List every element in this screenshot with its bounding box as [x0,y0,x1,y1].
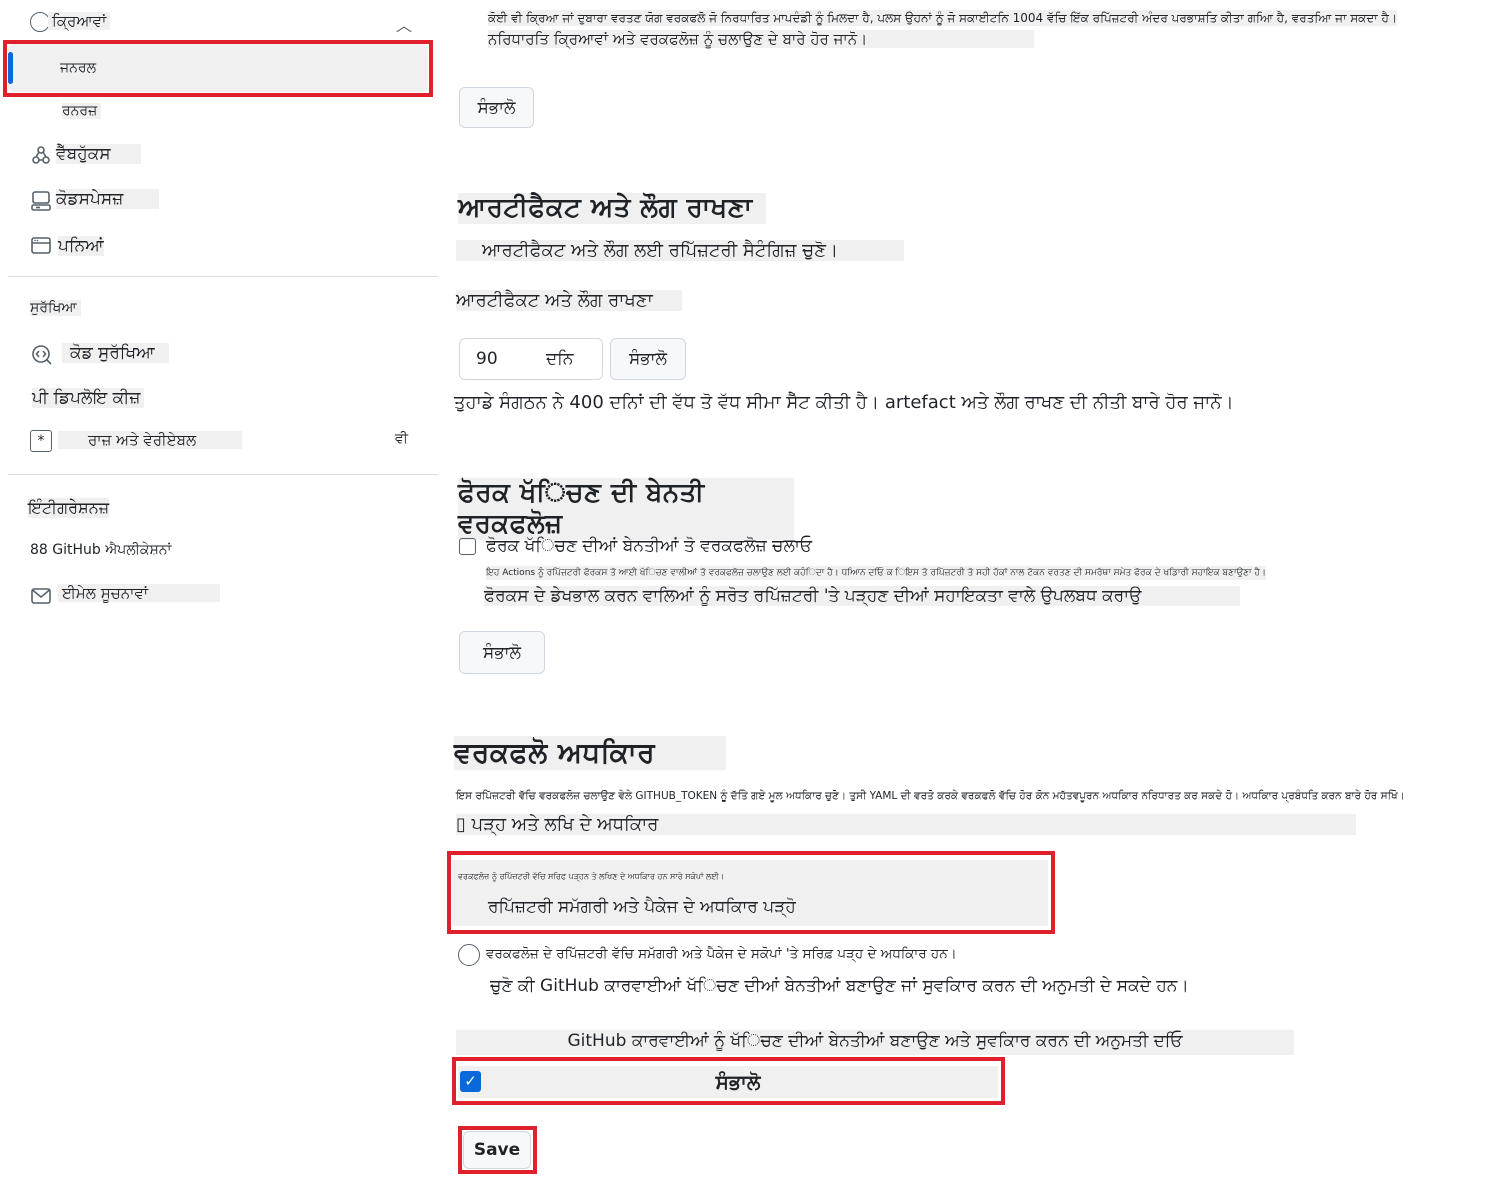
codespaces-icon [31,191,51,211]
highlight-box-read [447,851,1055,934]
highlight-box-save [458,1126,537,1174]
asterisk-icon: * [30,430,52,452]
code-scan-icon [32,345,52,365]
permissions-title: ਵਰਕਫਲੋ ਅਧਕਿਾਰ [454,736,726,770]
choose-text: ਚੁਣੋ ਕੀ GitHub ਕਾਰਵਾਈਆਂ ਖੱਿਚਣ ਦੀਆਂ ਬੇਨਤੀ… [490,976,1189,996]
retention-input[interactable]: 90 ਦਨਿ [459,338,603,380]
sidebar-item-pages[interactable]: ਪਨਿਆਂ [58,236,104,256]
sidebar-item-codespaces[interactable]: ਕੋਡਸਪੇਸਜ਼ [56,189,160,209]
intro-line-1: ਕੋਈ ਵੀ ਕ੍ਰਿਆ ਜਾਂ ਦੁਬਾਰਾ ਵਰਤਣ ਯੋਗ ਵਰਕਫਲੋ … [488,10,1398,26]
retention-input-unit: ਦਨਿ [546,349,574,369]
artifact-label: ਆਰਟੀਫੈਕਟ ਅਤੇ ਲੌਗ ਰਾਖਣਾ [456,290,682,311]
webhook-icon [32,146,50,164]
save-button-retention-label: ਸੰਭਾਲੋ [628,349,668,369]
sidebar-item-secrets-suffix: ਵੀ [395,431,408,447]
sidebar-item-runners[interactable]: ਰਨਰਜ਼ [62,103,102,119]
retention-note: ਤੁਹਾਡੇ ਸੰਗਠਨ ਨੇ 400 ਦਨਿਾਂ ਦੀ ਵੱਧ ਤੋ ਵੱਧ … [454,392,1234,413]
sidebar-divider-1 [8,276,438,277]
mail-icon [31,588,51,604]
chevron-up-icon[interactable]: ︿ [396,12,412,36]
read-radio[interactable] [458,944,480,966]
artifact-subtitle: ਆਰਟੀਫੈਕਟ ਅਤੇ ਲੌਗ ਲਈ ਰਪਿੱਜ਼ਟਰੀ ਸੈਟੰਗਿਜ਼ ਚ… [456,240,904,261]
allow-label: GitHub ਕਾਰਵਾਈਆਂ ਨੂੰ ਖੱਿਚਣ ਦੀਆਂ ਬੇਨਤੀਆਂ ਬ… [567,1031,1183,1051]
sidebar-item-deploy-keys[interactable]: ਪੀ ਡਿਪਲੋਇ ਕੀਜ਼ [32,388,145,408]
read-desc: ਵਰਕਫਲੋਜ਼ ਦੇ ਰਪਿੱਜ਼ਟਰੀ ਵੱਚਿ ਸਮੱਗਰੀ ਅਤੇ ਪੈ… [486,946,957,962]
play-circle-icon [30,12,50,32]
sidebar-item-code-security[interactable]: ਕੋਡ ਸੁਰੱਖਿਆ [62,343,169,363]
sidebar-item-github-apps[interactable]: 88 GitHub ਐਪਲੀਕੇਸ਼ਨਾਂ [30,542,172,558]
fork-title: ਫੋਰਕ ਖੱਿਚਣ ਦੀ ਬੇਨਤੀ ਵਰਕਫਲੋਜ਼ [458,478,794,540]
read-write-option[interactable]: ▯ ਪੜ੍ਹ ਅਤੇ ਲਖਿ ਦੇ ਅਧਕਿਾਰ [456,814,1356,835]
retention-input-value: 90 [476,349,498,369]
integrations-header: ਇੰਟੀਗਰੇਸ਼ਨਜ਼ [28,498,110,518]
fork-checkbox-label: ਫੋਰਕ ਖੱਿਚਣ ਦੀਆਂ ਬੇਨਤੀਆਂ ਤੋ ਵਰਕਫਲੋਜ਼ ਚਲਾਓ [486,536,813,556]
sidebar-item-secrets[interactable]: ਰਾਜ਼ ਅਤੇ ਵੇਰੀਏਬਲ [58,431,242,449]
security-header: ਸੁਰੱਖਿਆ [30,300,81,316]
fork-checkbox[interactable] [459,538,476,555]
permissions-desc: ਇਸ ਰਪਿੱਜ਼ਟਰੀ ਵੱਚਿ ਵਰਕਫਲੋਜ਼ ਚਲਾਉਣ ਵੇਲੇ GI… [456,790,1405,802]
actions-header[interactable]: ਕ੍ਰਿਆਵਾਂ [48,12,111,30]
sidebar-divider-2 [8,474,438,475]
highlight-box-general [3,40,433,97]
highlight-box-allow [452,1057,1005,1105]
fork-option[interactable]: ਫੋਰਕਸ ਦੇ ਡੇਖਭਾਲ ਕਰਨ ਵਾਲਿਆਂ ਨੂੰ ਸਰੋਤ ਰਪਿੱ… [484,586,1240,606]
artifact-title: ਆਰਟੀਫੈਕਟ ਅਤੇ ਲੌਗ ਰਾਖਣਾ [458,193,766,224]
fork-small-note: ਇਹ Actions ਨੂੰ ਰਪਿੱਜ਼ਟਰੀ ਫੋਰਕਸ ਤੋ ਆਈ ਖੱਿ… [486,566,1266,580]
save-button-fork[interactable]: ਸੰਭਾਲੋ [459,631,545,674]
save-button-policy-label: ਸੰਭਾਲੋ [477,97,516,118]
intro-line-2[interactable]: ਨਰਿਧਾਰਤਿ ਕ੍ਰਿਆਵਾਂ ਅਤੇ ਵਰਕਫਲੋਜ਼ ਨੂੰ ਚਲਾਉਣ… [488,30,1034,48]
sidebar-item-webhooks[interactable]: ਵੈੱਬਹੁੱਕਸ [56,144,141,164]
browser-icon [31,237,51,254]
save-button-policy[interactable]: ਸੰਭਾਲੋ [459,87,534,128]
sidebar-item-email[interactable]: ਈਮੇਲ ਸੂਚਨਾਵਾਂ [58,584,220,602]
save-button-retention[interactable]: ਸੰਭਾਲੋ [610,338,686,380]
save-button-fork-label: ਸੰਭਾਲੋ [482,642,522,663]
